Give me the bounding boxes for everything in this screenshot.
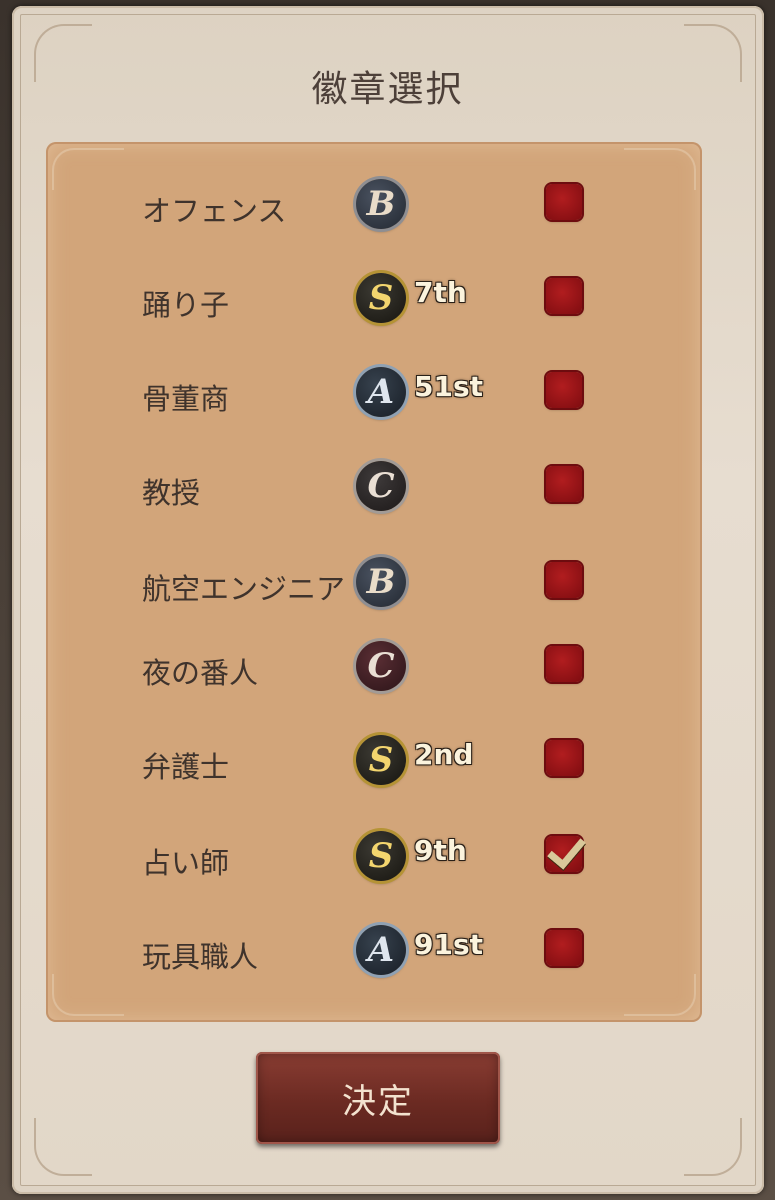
- badge-s-icon: S: [356, 735, 406, 785]
- badge-a-icon: A: [356, 925, 406, 975]
- character-name: オフェンス: [142, 194, 287, 228]
- rank-text: 91st: [414, 928, 484, 961]
- character-name: 弁護士: [142, 750, 230, 784]
- character-name: 占い師: [142, 846, 230, 880]
- rank-text: 2nd: [414, 738, 474, 771]
- select-checkbox[interactable]: [546, 184, 582, 220]
- badge-b-icon: B: [356, 179, 406, 229]
- character-name: 航空エンジニア: [142, 572, 346, 606]
- badge-c-icon: C: [356, 641, 406, 691]
- badge-row: 航空エンジニア B: [46, 554, 702, 614]
- badge-list-panel: オフェンス B 踊り子 S 7th 骨董商 A 51st 教授 C 航空エンジニ…: [46, 142, 702, 1022]
- badge-row: 弁護士 S 2nd: [46, 732, 702, 792]
- rank-text: 9th: [414, 834, 467, 867]
- select-checkbox[interactable]: [546, 646, 582, 682]
- checkmark-icon: [547, 829, 586, 870]
- ornament-corner: [684, 1118, 742, 1176]
- rank-text: 51st: [414, 370, 484, 403]
- badge-b-icon: B: [356, 557, 406, 607]
- badge-row: 夜の番人 C: [46, 638, 702, 698]
- badge-s-icon: S: [356, 831, 406, 881]
- badge-row: 踊り子 S 7th: [46, 270, 702, 330]
- select-checkbox[interactable]: [546, 740, 582, 776]
- badge-s-icon: S: [356, 273, 406, 323]
- ornament-corner: [34, 1118, 92, 1176]
- badge-row: 教授 C: [46, 458, 702, 518]
- badge-row: オフェンス B: [46, 176, 702, 236]
- rank-text: 7th: [414, 276, 467, 309]
- character-name: 骨董商: [142, 382, 230, 416]
- character-name: 踊り子: [142, 288, 230, 322]
- select-checkbox[interactable]: [546, 466, 582, 502]
- character-name: 教授: [142, 476, 201, 510]
- badge-row: 玩具職人 A 91st: [46, 922, 702, 982]
- character-name: 夜の番人: [142, 656, 259, 690]
- character-name: 玩具職人: [142, 940, 259, 974]
- select-checkbox[interactable]: [546, 930, 582, 966]
- select-checkbox[interactable]: [546, 278, 582, 314]
- badge-row: 占い師 S 9th: [46, 828, 702, 888]
- badge-a-icon: A: [356, 367, 406, 417]
- badge-row: 骨董商 A 51st: [46, 364, 702, 424]
- select-checkbox[interactable]: [546, 562, 582, 598]
- select-checkbox[interactable]: [546, 829, 586, 872]
- dialog-title: 徽章選択: [311, 69, 464, 110]
- confirm-button[interactable]: 決定: [256, 1052, 500, 1144]
- select-checkbox[interactable]: [546, 372, 582, 408]
- badge-c-icon: C: [356, 461, 406, 511]
